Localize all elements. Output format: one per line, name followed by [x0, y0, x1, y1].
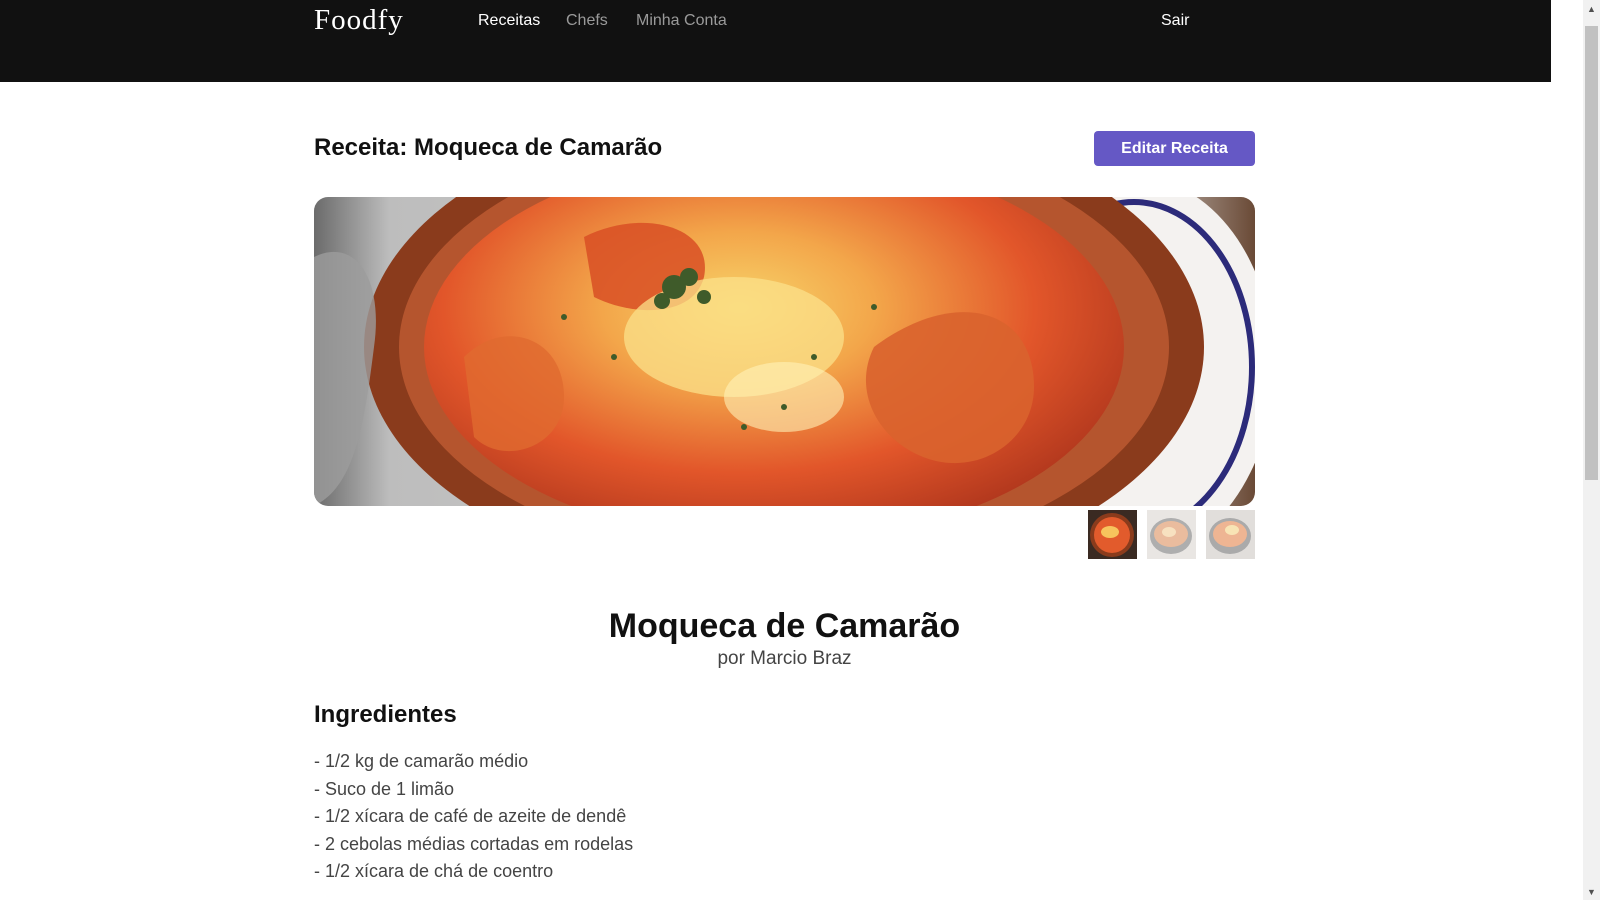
ingredient-item: - Suco de 1 limão — [314, 778, 455, 799]
scroll-up-icon[interactable]: ▲ — [1583, 0, 1600, 17]
recipe-author: por Marcio Braz — [717, 648, 852, 669]
logout-link[interactable]: Sair — [1161, 12, 1189, 30]
gallery-thumbnail[interactable] — [1206, 510, 1255, 559]
nav-minha-conta[interactable]: Minha Conta — [636, 12, 727, 30]
edit-recipe-button[interactable]: Editar Receita — [1094, 131, 1255, 166]
ingredients-list: - 1/2 kg de camarão médio - Suco de 1 li… — [314, 748, 633, 886]
page-title: Receita: Moqueca de Camarão — [314, 134, 663, 161]
ingredient-item: - 1/2 kg de camarão médio — [314, 751, 529, 771]
ingredient-item: - 1/2 xícara de café de azeite de dendê — [314, 806, 627, 826]
brand-logo[interactable]: Foodfy — [314, 4, 404, 37]
gallery-thumbnail[interactable] — [1088, 510, 1137, 559]
scrollbar-thumb[interactable] — [1585, 26, 1598, 480]
ingredient-item: - 2 cebolas médias cortadas em rodelas — [314, 833, 634, 854]
recipe-name: Moqueca de Camarão — [608, 607, 961, 645]
recipe-main-image — [314, 197, 1255, 506]
scroll-down-icon[interactable]: ▼ — [1583, 883, 1600, 900]
ingredients-title: Ingredientes — [314, 701, 457, 728]
nav-receitas[interactable]: Receitas — [478, 12, 540, 30]
vertical-scrollbar[interactable]: ▲ ▼ — [1583, 0, 1600, 900]
gallery-thumbnail[interactable] — [1147, 510, 1196, 559]
nav-chefs[interactable]: Chefs — [566, 12, 608, 30]
ingredient-item: - 1/2 xícara de chá de coentro — [314, 861, 554, 881]
top-navbar: Foodfy Receitas Chefs Minha Conta Sair — [0, 0, 1551, 82]
